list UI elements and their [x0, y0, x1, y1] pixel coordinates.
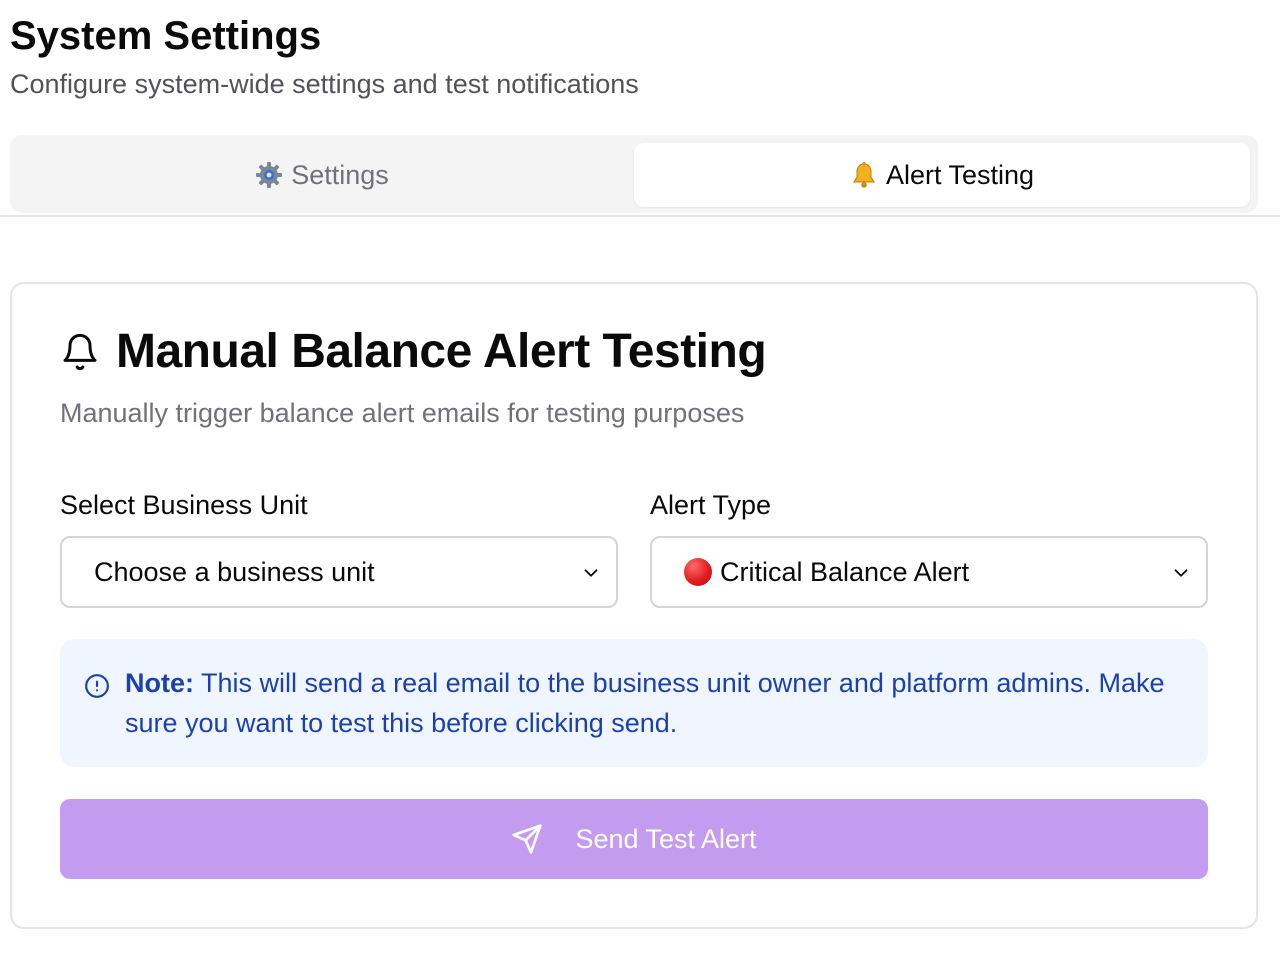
note-body: This will send a real email to the busin… — [125, 668, 1165, 738]
tab-settings-label: Settings — [291, 159, 389, 190]
send-icon — [512, 824, 543, 854]
alert-type-label: Alert Type — [650, 490, 772, 520]
page-title: System Settings — [10, 14, 322, 58]
info-icon — [85, 674, 109, 698]
bell-icon — [63, 333, 97, 371]
card-description: Manually trigger balance alert emails fo… — [60, 398, 745, 428]
alert-testing-card: Manual Balance Alert Testing Manually tr… — [10, 282, 1258, 929]
business-unit-select-value: Choose a business unit — [94, 556, 375, 587]
card-header: Manual Balance Alert Testing — [60, 324, 767, 380]
red-circle-icon — [684, 558, 712, 586]
page-subtitle: Configure system-wide settings and test … — [10, 69, 639, 99]
chevron-down-icon — [584, 569, 598, 577]
note-text: Note: This will send a real email to the… — [125, 663, 1185, 743]
bell-emoji-icon — [850, 161, 878, 189]
alert-type-select[interactable]: Critical Balance Alert — [650, 536, 1208, 608]
business-unit-label: Select Business Unit — [60, 490, 308, 520]
gear-icon — [255, 161, 283, 189]
tab-divider — [0, 215, 1280, 217]
send-test-alert-label: Send Test Alert — [575, 823, 757, 854]
card-title: Manual Balance Alert Testing — [116, 325, 767, 378]
page: System Settings Configure system-wide se… — [0, 0, 1280, 962]
tab-settings[interactable]: Settings — [18, 143, 626, 207]
alert-type-select-value: Critical Balance Alert — [720, 556, 970, 587]
send-test-alert-button[interactable]: Send Test Alert — [60, 799, 1208, 879]
chevron-down-icon — [1174, 569, 1188, 577]
tab-alert-testing-label: Alert Testing — [885, 159, 1035, 190]
tab-list: Settings Alert Testing — [10, 135, 1258, 213]
note-prefix: Note: — [125, 668, 194, 698]
tab-alert-testing[interactable]: Alert Testing — [634, 143, 1250, 207]
note-alert: Note: This will send a real email to the… — [60, 639, 1208, 767]
business-unit-select[interactable]: Choose a business unit — [60, 536, 618, 608]
